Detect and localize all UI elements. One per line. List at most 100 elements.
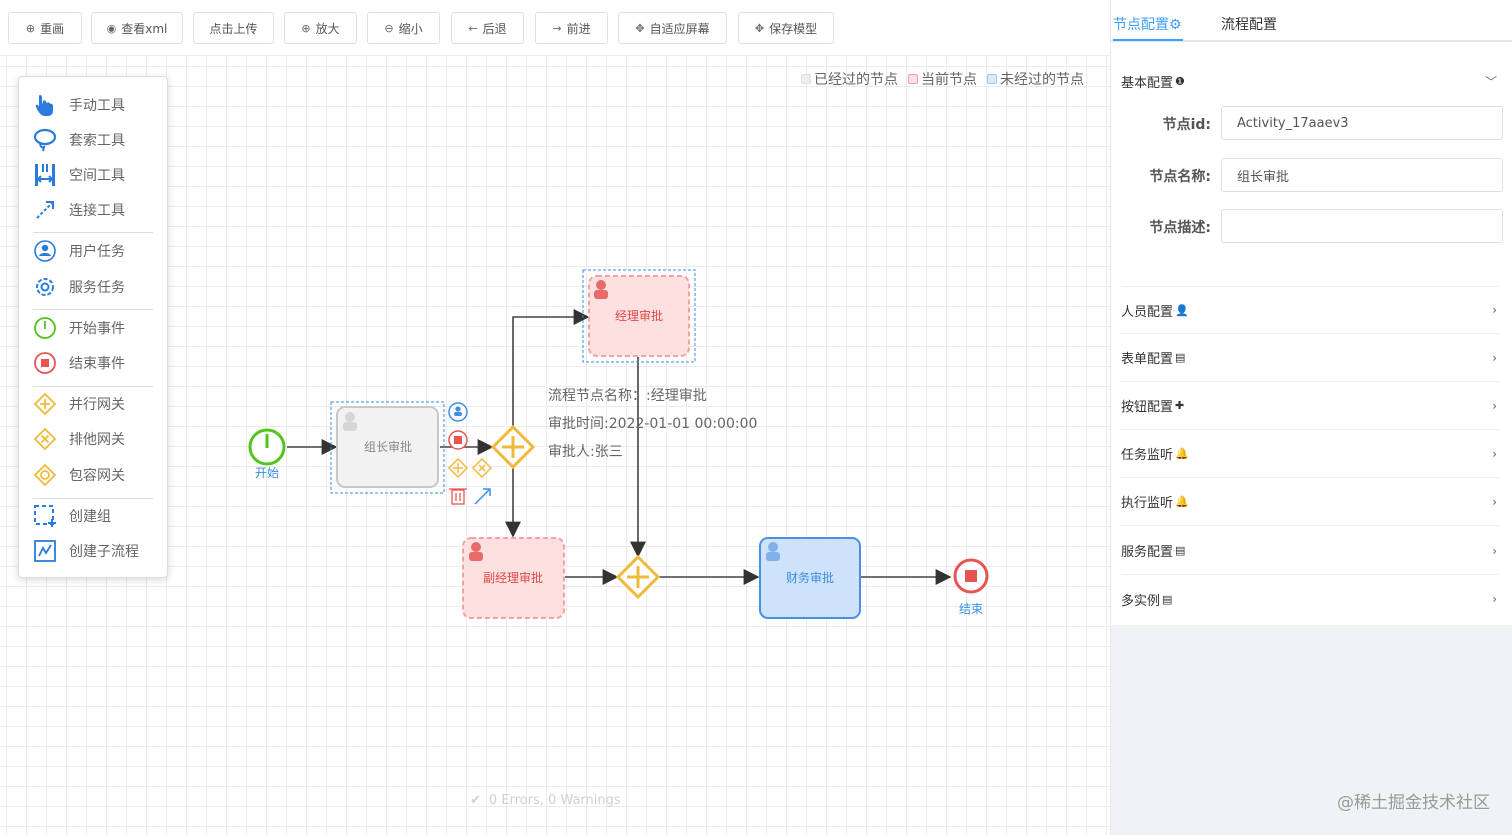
move-icon: ✥ <box>754 21 765 35</box>
palette-start-event[interactable]: 开始事件 <box>33 314 158 342</box>
create-group-icon <box>33 504 57 528</box>
tooltip-approval-time: 审批时间:2022-01-01 00:00:00 <box>548 416 758 432</box>
palette-space-tool[interactable]: 空间工具 <box>33 161 158 189</box>
start-event[interactable]: 开始 <box>248 428 286 480</box>
redraw-button[interactable]: ⊕ 重画 <box>8 12 82 44</box>
node-tooltip: 流程节点名称：:经理审批 审批时间:2022-01-01 00:00:00 审批… <box>548 382 757 466</box>
palette-end-event[interactable]: 结束事件 <box>33 349 158 377</box>
append-user-task-icon[interactable] <box>448 402 468 422</box>
view-xml-button[interactable]: ◉ 查看xml <box>91 12 183 44</box>
connect-tool-icon <box>33 198 57 222</box>
palette-user-task[interactable]: 用户任务 <box>33 237 158 265</box>
palette-divider <box>33 232 153 233</box>
start-event-label: 开始 <box>255 466 279 480</box>
form-icon: ▤ <box>1175 351 1186 364</box>
chevron-right-icon: › <box>1492 494 1497 509</box>
diagram-canvas[interactable]: 已经过的节点 当前节点 未经过的节点 开始 组长审批 经理审批 副经理审批 财务… <box>0 56 1110 835</box>
section-multi-instance[interactable]: 多实例 ▤ › <box>1121 575 1499 623</box>
task-finance[interactable]: 财务审批 <box>759 537 861 619</box>
section-service[interactable]: 服务配置 ▤ › <box>1121 527 1499 575</box>
node-desc-input[interactable] <box>1221 209 1503 243</box>
delete-icon[interactable] <box>449 488 467 505</box>
properties-panel-body: 节点配置⚙ 流程配置 基本配置 ❶ ﹀ 节点id: Activity_17aaev… <box>1111 0 1512 625</box>
bell-icon: 🔔 <box>1175 447 1189 460</box>
node-id-input[interactable]: Activity_17aaev3 <box>1221 106 1503 140</box>
palette-create-subprocess[interactable]: 创建子流程 <box>33 537 158 565</box>
move-icon: ✥ <box>635 21 645 35</box>
service-task-icon <box>33 275 57 299</box>
validation-status: ✔ 0 Errors, 0 Warnings <box>470 793 621 808</box>
bpmn-designer: ⊕ 重画 ◉ 查看xml 点击上传 ⊕ 放大 ⊖ 缩小 ← 后退 → 前进 ✥ 自适应屏幕 ✥… <box>0 0 1512 835</box>
end-event[interactable]: 结束 <box>953 558 989 616</box>
exclusive-gateway-icon <box>33 427 57 451</box>
context-pad <box>447 402 493 505</box>
append-exclusive-gateway-icon[interactable] <box>471 457 493 479</box>
upload-button[interactable]: 点击上传 <box>193 12 274 44</box>
lasso-tool-icon <box>33 128 57 152</box>
zoom-in-icon: ⊕ <box>301 21 311 35</box>
task-deputy-manager[interactable]: 副经理审批 <box>462 537 565 619</box>
tab-node-config[interactable]: 节点配置⚙ <box>1113 14 1182 34</box>
palette-divider <box>33 498 153 499</box>
append-parallel-gateway-icon[interactable] <box>447 457 469 479</box>
tool-palette: 手动工具 套索工具 空间工具 连接工具 用户任务 服务任务 开始事件 结束事件 … <box>18 76 168 578</box>
palette-divider <box>33 309 153 310</box>
start-event-icon <box>33 316 57 340</box>
task-deputy-manager-label: 副经理审批 <box>483 570 543 585</box>
inclusive-gateway-icon <box>33 463 57 487</box>
plus-circle-icon: ⊕ <box>25 21 36 35</box>
connect-icon[interactable] <box>474 488 491 505</box>
task-manager[interactable]: 经理审批 <box>582 269 696 363</box>
section-task-listener[interactable]: 任务监听 🔔 › <box>1121 430 1499 478</box>
settings-icon: ⚙ <box>1169 17 1182 33</box>
zoom-out-icon: ⊖ <box>384 21 394 35</box>
user-task-icon <box>33 239 57 263</box>
zoom-in-button[interactable]: ⊕ 放大 <box>284 12 357 44</box>
palette-exclusive-gateway[interactable]: 排他网关 <box>33 425 158 453</box>
toolbar: ⊕ 重画 ◉ 查看xml 点击上传 ⊕ 放大 ⊖ 缩小 ← 后退 → 前进 ✥ 自适应屏幕 ✥… <box>0 0 1110 56</box>
section-buttons[interactable]: 按钮配置 ✚ › <box>1121 382 1499 430</box>
tooltip-approver: 审批人:张三 <box>548 444 623 460</box>
palette-inclusive-gateway[interactable]: 包容网关 <box>33 461 158 489</box>
chevron-right-icon: › <box>1492 398 1497 413</box>
bell-icon: 🔔 <box>1175 495 1189 508</box>
palette-lasso-tool[interactable]: 套索工具 <box>33 126 158 154</box>
field-node-id: 节点id: Activity_17aaev3 <box>1121 106 1503 140</box>
button-config-icon: ✚ <box>1175 399 1185 412</box>
redo-button[interactable]: → 前进 <box>535 12 608 44</box>
save-model-button[interactable]: ✥ 保存模型 <box>738 12 834 44</box>
user-icon: 👤 <box>1175 303 1189 317</box>
palette-connect-tool[interactable]: 连接工具 <box>33 196 158 224</box>
arrow-left-icon: ← <box>468 21 478 35</box>
node-name-input[interactable]: 组长审批 <box>1221 158 1503 192</box>
palette-hand-tool[interactable]: 手动工具 <box>33 91 158 119</box>
palette-create-group[interactable]: 创建组 <box>33 502 158 530</box>
tab-active-indicator <box>1113 39 1183 41</box>
chevron-right-icon: › <box>1492 446 1497 461</box>
service-config-icon: ▤ <box>1175 544 1186 557</box>
fit-viewport-button[interactable]: ✥ 自适应屏幕 <box>618 12 727 44</box>
space-tool-icon <box>33 163 57 187</box>
chevron-right-icon: › <box>1492 592 1497 606</box>
panel-tabs: 节点配置⚙ 流程配置 <box>1111 0 1512 42</box>
undo-button[interactable]: ← 后退 <box>451 12 524 44</box>
parallel-gateway-icon <box>33 392 57 416</box>
end-event-label: 结束 <box>959 602 983 616</box>
section-execution-listener[interactable]: 执行监听 🔔 › <box>1121 478 1499 526</box>
palette-service-task[interactable]: 服务任务 <box>33 273 158 301</box>
arrow-right-icon: → <box>552 21 562 35</box>
palette-parallel-gateway[interactable]: 并行网关 <box>33 390 158 418</box>
task-group-leader[interactable]: 组长审批 <box>330 401 445 494</box>
tab-process-config[interactable]: 流程配置 <box>1221 14 1277 34</box>
zoom-out-button[interactable]: ⊖ 缩小 <box>367 12 440 44</box>
append-end-event-icon[interactable] <box>448 430 468 450</box>
end-event-icon <box>33 351 57 375</box>
multi-instance-icon: ▤ <box>1162 592 1173 606</box>
parallel-gateway-join[interactable] <box>615 554 661 600</box>
task-manager-label: 经理审批 <box>615 308 663 323</box>
chevron-right-icon: › <box>1492 543 1497 558</box>
parallel-gateway-split[interactable] <box>490 424 536 470</box>
section-personnel[interactable]: 人员配置 👤 › <box>1121 286 1499 334</box>
section-basic-config[interactable]: 基本配置 ❶ ﹀ <box>1121 57 1499 105</box>
section-form[interactable]: 表单配置 ▤ › <box>1121 334 1499 382</box>
